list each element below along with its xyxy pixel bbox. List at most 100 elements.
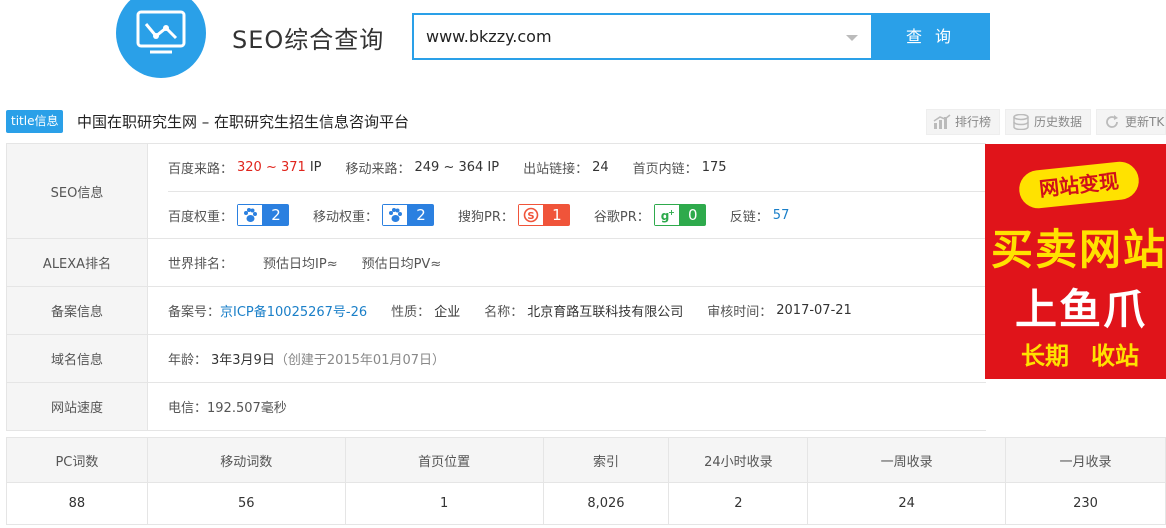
stats-header-row: PC词数 移动词数 首页位置 索引 24小时收录 一周收录 一月收录 xyxy=(6,437,1166,483)
seo-row: SEO信息 百度来路： 320 ~ 371 IP 移动来路： 249 ~ 364… xyxy=(6,144,986,239)
icp-row: 备案信息 备案号： 京ICP备10025267号-26 性质： 企业 名称： 北… xyxy=(6,287,986,335)
ad-line-1: 买卖网站 xyxy=(991,225,1166,274)
domain-label: 域名信息 xyxy=(6,335,148,382)
est-daily-pv: 预估日均PV≈ xyxy=(361,257,442,272)
value-home-position[interactable]: 1 xyxy=(344,482,544,525)
internal-links: 首页内链： 175 xyxy=(633,158,727,177)
dropdown-caret-icon[interactable] xyxy=(846,35,858,41)
database-icon xyxy=(1013,114,1029,130)
svg-text:S: S xyxy=(527,211,534,222)
value-index[interactable]: 8,026 xyxy=(542,482,670,525)
header-home-position: 首页位置 xyxy=(344,437,544,483)
internal-label: 首页内链： xyxy=(632,162,698,177)
value-pc-keywords[interactable]: 88 xyxy=(6,482,148,525)
value-week-indexed[interactable]: 24 xyxy=(807,482,1007,525)
domain-row: 域名信息 年龄： 3年3月9日 （创建于2015年01月07日） xyxy=(6,335,986,383)
header-month-indexed: 一月收录 xyxy=(1005,437,1166,483)
icp-nature-value: 企业 xyxy=(434,305,461,320)
sogou-label: 搜狗PR： xyxy=(458,209,514,225)
icp-name: 名称： 北京育路互联科技有限公司 xyxy=(484,301,683,320)
mobile-source-label: 移动来路： xyxy=(345,162,411,177)
icp-audit-label: 审核时间： xyxy=(707,305,773,320)
google-value: 0 xyxy=(679,204,706,226)
ranking-button[interactable]: 排行榜 xyxy=(926,109,1000,135)
ranking-label: 排行榜 xyxy=(955,115,992,129)
backlinks[interactable]: 反链： 57 xyxy=(730,206,790,225)
search-box[interactable] xyxy=(412,13,872,60)
header-week-indexed: 一周收录 xyxy=(807,437,1007,483)
outbound-label: 出站链接： xyxy=(523,162,589,177)
icp-name-label: 名称： xyxy=(484,305,524,320)
stats-table: PC词数 移动词数 首页位置 索引 24小时收录 一周收录 一月收录 88 56… xyxy=(6,437,1166,525)
search-input[interactable] xyxy=(426,15,826,58)
mobile-source: 移动来路： 249 ~ 364 IP xyxy=(346,158,500,177)
outbound-links: 出站链接： 24 xyxy=(523,158,609,177)
ad-line-3a: 长期 xyxy=(1021,342,1069,370)
speed-label: 网站速度 xyxy=(6,383,148,430)
update-tk-label: 更新TK xyxy=(1125,115,1165,129)
icp-nature-label: 性质： xyxy=(391,305,431,320)
refresh-icon xyxy=(1106,115,1118,128)
info-table: SEO信息 百度来路： 320 ~ 371 IP 移动来路： 249 ~ 364… xyxy=(6,143,986,431)
backlink-label: 反链： xyxy=(729,209,769,225)
page-title: SEO综合查询 xyxy=(232,26,385,54)
baidu-weight-value: 2 xyxy=(263,204,290,226)
google-pr[interactable]: 谷歌PR： g + 0 xyxy=(594,204,706,226)
value-mobile-keywords[interactable]: 56 xyxy=(146,482,346,525)
internal-value: 175 xyxy=(701,160,727,175)
alexa-row: ALEXA排名 世界排名： 预估日均IP≈ 预估日均PV≈ xyxy=(6,239,986,287)
title-tag: title信息 xyxy=(6,110,64,133)
est-daily-ip: 预估日均IP≈ xyxy=(263,257,338,272)
header-pc-keywords: PC词数 xyxy=(6,437,148,483)
domain-created: （创建于2015年01月07日） xyxy=(274,353,446,368)
outbound-value: 24 xyxy=(592,160,609,175)
mobile-weight[interactable]: 移动权重： 2 xyxy=(313,204,435,226)
ad-headline: 网站变现 xyxy=(1017,159,1141,211)
ad-line-2: 上鱼爪 xyxy=(1015,285,1148,334)
domain-age-label: 年龄： xyxy=(168,353,208,368)
mobile-source-value: 249 ~ 364 IP xyxy=(414,160,500,175)
icp-number-link[interactable]: 京ICP备10025267号-26 xyxy=(220,301,367,320)
speed-row: 网站速度 电信：192.507毫秒 xyxy=(6,383,986,431)
baidu-weight[interactable]: 百度权重： 2 xyxy=(168,204,290,226)
sogou-pr[interactable]: 搜狗PR： S 1 xyxy=(458,204,570,226)
backlink-value[interactable]: 57 xyxy=(773,208,790,223)
baidu-source-value: 320 ~ 371 xyxy=(237,160,306,175)
mobile-weight-value: 2 xyxy=(408,204,435,226)
icp-audit-value: 2017-07-21 xyxy=(776,303,852,318)
icp-number-label: 备案号： xyxy=(168,305,221,320)
ad-banner[interactable]: 网站变现 买卖网站 上鱼爪 长期 收站 xyxy=(985,144,1166,379)
paw-icon xyxy=(237,204,264,226)
mobile-weight-label: 移动权重： xyxy=(313,209,379,225)
baidu-source-label: 百度来路： xyxy=(168,162,234,177)
history-button[interactable]: 历史数据 xyxy=(1005,109,1091,135)
header-24h-indexed: 24小时收录 xyxy=(668,437,809,483)
stats-value-row: 88 56 1 8,026 2 24 230 xyxy=(6,482,1166,525)
baidu-source-unit: IP xyxy=(309,160,322,175)
google-plus-icon: g + xyxy=(653,204,680,226)
icp-number: 备案号： 京ICP备10025267号-26 xyxy=(168,301,367,320)
value-24h-indexed[interactable]: 2 xyxy=(668,482,809,525)
header-index: 索引 xyxy=(542,437,670,483)
icp-nature: 性质： 企业 xyxy=(391,301,460,320)
site-title: 中国在职研究生网 – 在职研究生招生信息咨询平台 xyxy=(77,113,410,131)
seo-label: SEO信息 xyxy=(6,144,148,238)
sogou-value: 1 xyxy=(543,204,570,226)
value-month-indexed[interactable]: 230 xyxy=(1005,482,1166,525)
svg-text:+: + xyxy=(668,208,675,217)
ad-line-3: 长期 收站 xyxy=(1021,336,1161,371)
google-label: 谷歌PR： xyxy=(593,209,650,225)
world-rank: 世界排名： xyxy=(168,257,234,272)
query-button[interactable]: 查 询 xyxy=(871,13,990,60)
paw-icon xyxy=(382,204,409,226)
update-tk-button[interactable]: 更新TK xyxy=(1096,109,1166,135)
header-mobile-keywords: 移动词数 xyxy=(146,437,346,483)
ad-line-3b: 收站 xyxy=(1091,342,1139,370)
bar-chart-icon xyxy=(933,114,951,129)
history-label: 历史数据 xyxy=(1034,115,1083,129)
icp-label: 备案信息 xyxy=(6,287,148,334)
baidu-weight-label: 百度权重： xyxy=(168,209,234,225)
sogou-icon: S xyxy=(517,204,544,226)
logo[interactable] xyxy=(116,0,206,78)
chart-monitor-icon xyxy=(136,10,186,54)
